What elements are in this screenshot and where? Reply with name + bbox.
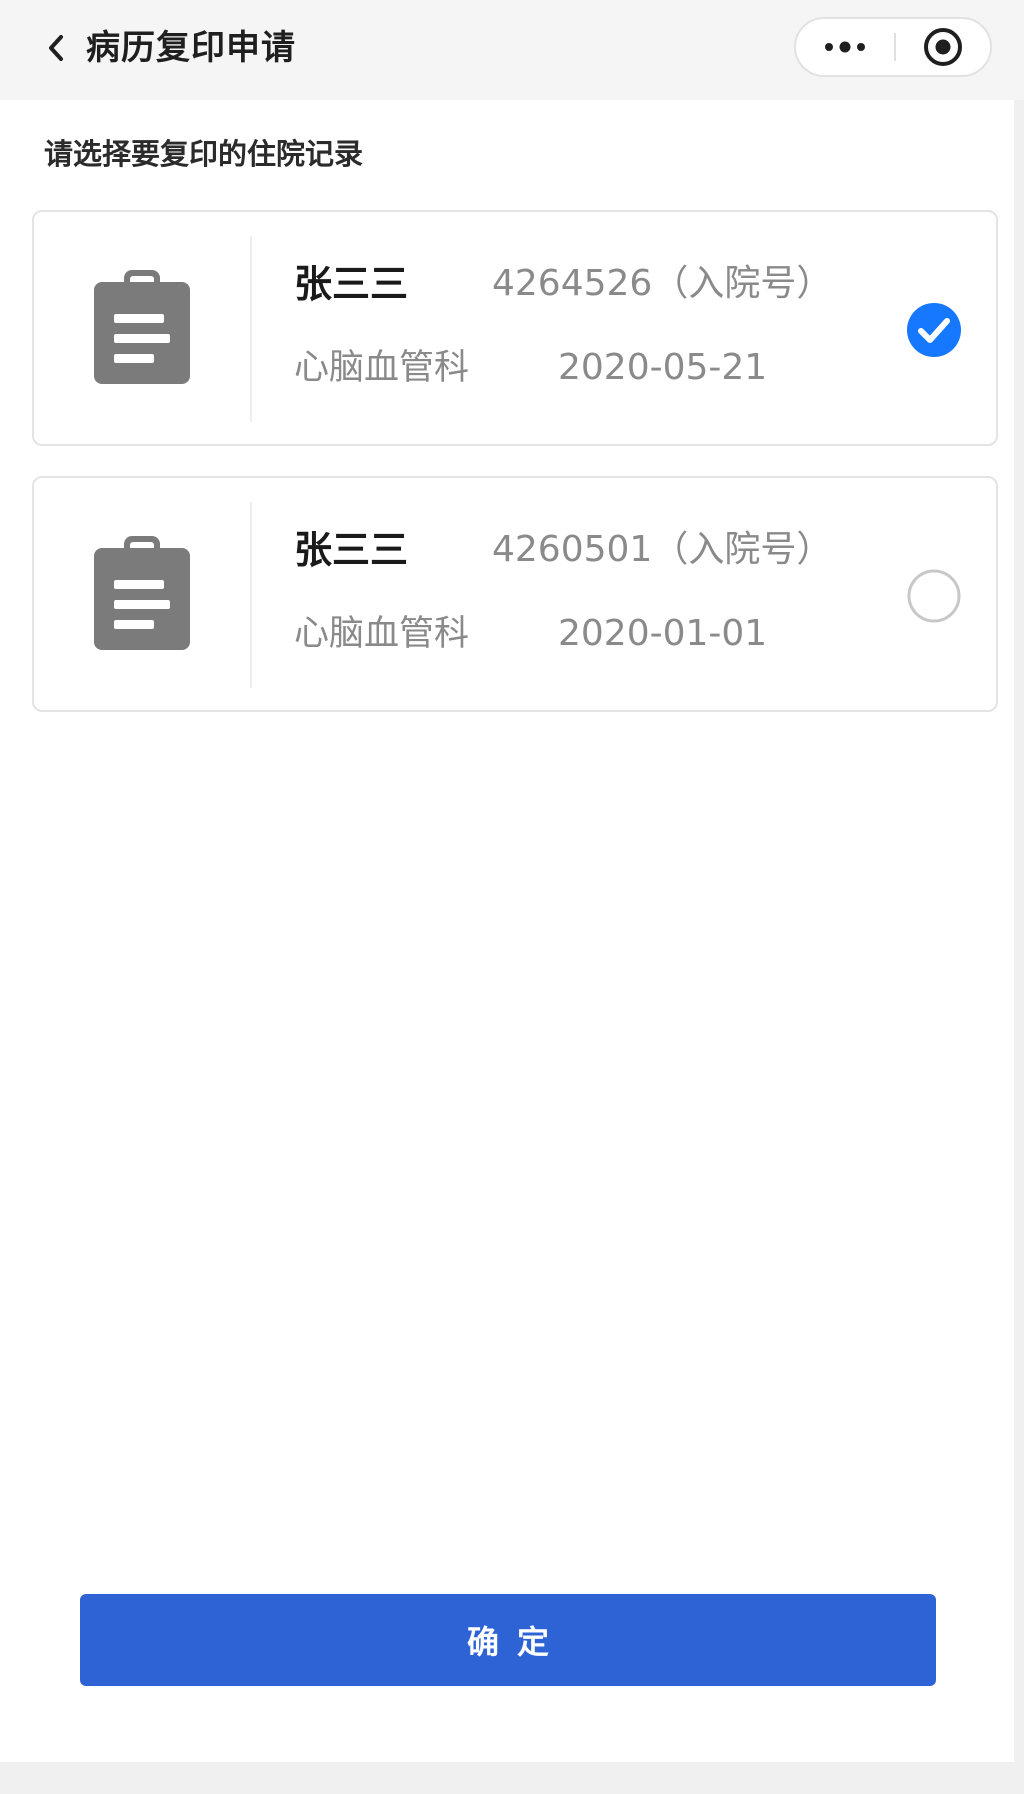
page: 病历复印申请 请选择要复印的住院记录 张三三 4264526（入院号） 心脑血管… xyxy=(0,0,1024,1762)
patient-name: 张三三 xyxy=(294,528,409,572)
department: 心脑血管科 xyxy=(294,614,470,654)
page-title: 病历复印申请 xyxy=(86,28,296,68)
admission-date: 2020-05-21 xyxy=(558,347,768,388)
clipboard-icon xyxy=(94,270,190,384)
clipboard-icon xyxy=(94,536,190,650)
admission-number: 4264526（入院号） xyxy=(492,263,833,304)
record-card[interactable]: 张三三 4260501（入院号） 心脑血管科 2020-01-01 xyxy=(32,476,998,712)
checked-radio-icon[interactable] xyxy=(906,302,962,358)
patient-name: 张三三 xyxy=(294,262,409,306)
target-circle-icon xyxy=(924,28,962,66)
confirm-button[interactable]: 确定 xyxy=(80,1594,936,1686)
more-button[interactable] xyxy=(796,19,894,75)
nav-bar: 病历复印申请 xyxy=(0,0,1024,100)
chevron-left-icon xyxy=(49,35,63,61)
close-button[interactable] xyxy=(896,19,990,75)
department: 心脑血管科 xyxy=(294,348,470,388)
back-button[interactable] xyxy=(36,26,76,70)
record-card[interactable]: 张三三 4264526（入院号） 心脑血管科 2020-05-21 xyxy=(32,210,998,446)
admission-number: 4260501（入院号） xyxy=(492,529,833,570)
mini-program-capsule xyxy=(794,17,992,77)
unchecked-radio-icon[interactable] xyxy=(906,568,962,624)
card-divider xyxy=(250,502,252,688)
admission-date: 2020-01-01 xyxy=(558,613,768,654)
card-divider xyxy=(250,236,252,422)
more-dots-icon xyxy=(825,41,865,53)
section-label: 请选择要复印的住院记录 xyxy=(44,137,364,171)
